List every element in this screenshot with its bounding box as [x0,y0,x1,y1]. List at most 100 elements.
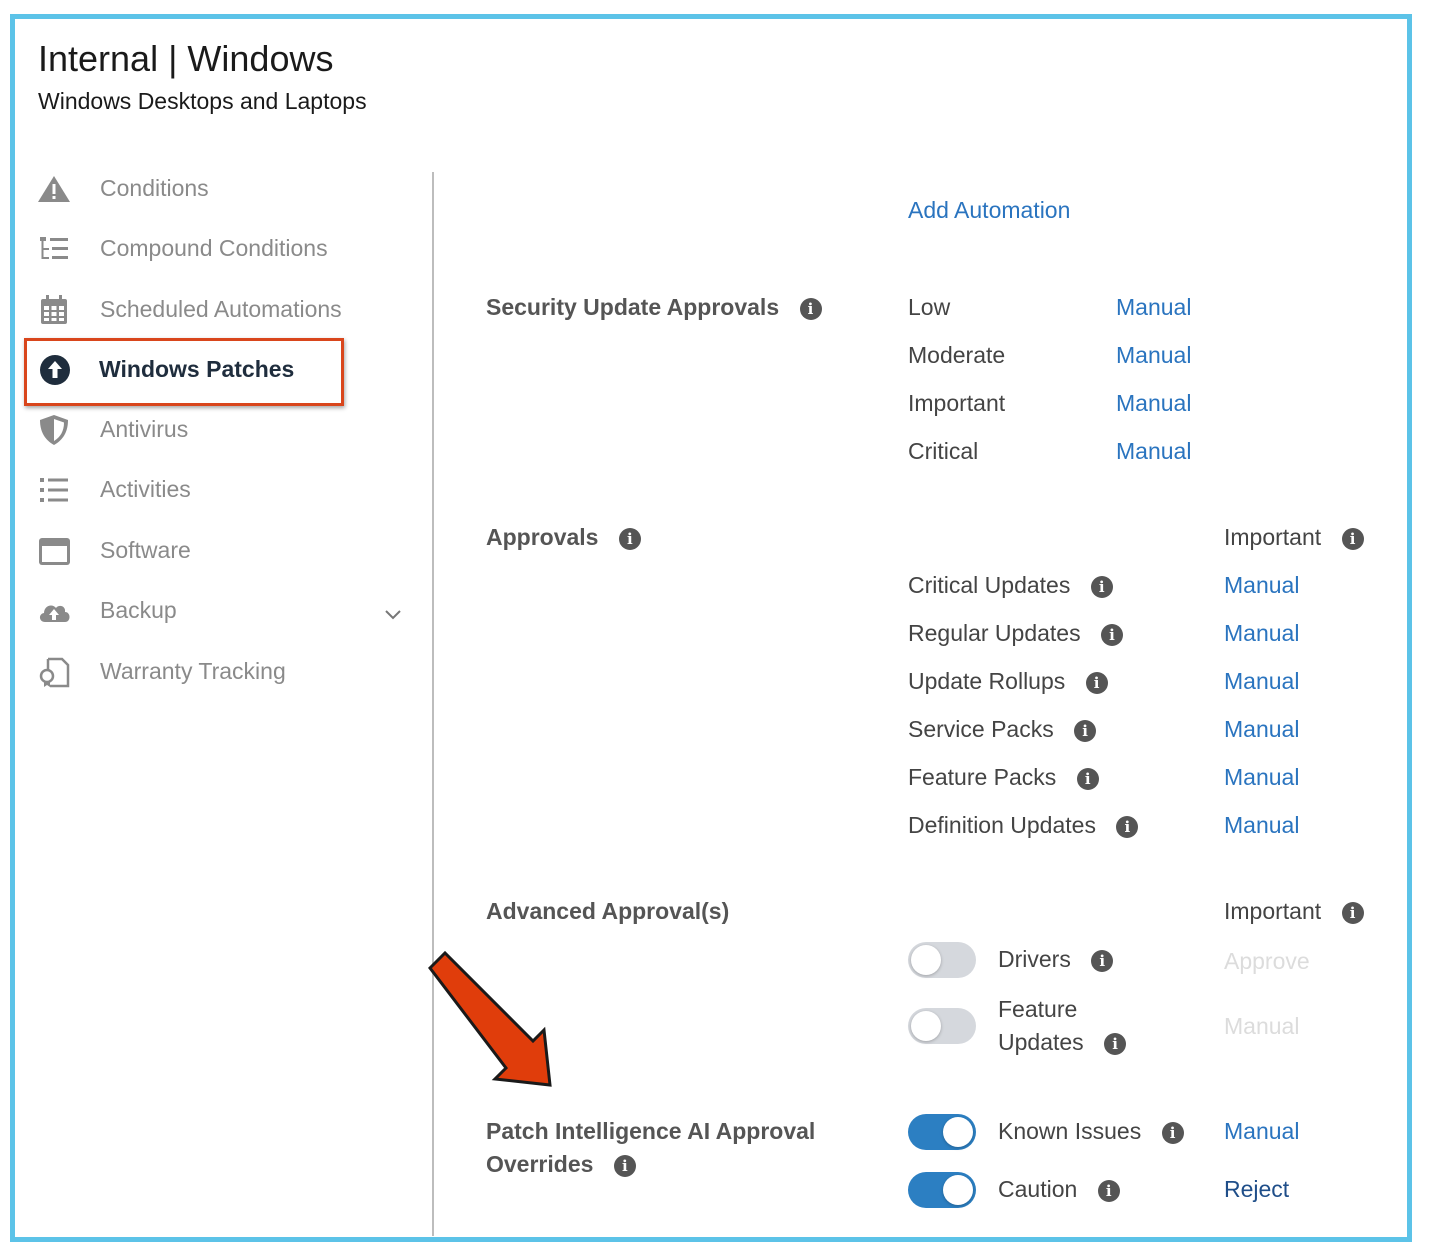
advanced-row-label: Drivers i [998,946,1114,973]
security-row-value[interactable]: Manual [1116,294,1191,321]
column-header-text: Important [1224,898,1322,924]
info-icon[interactable]: i [1341,527,1364,550]
security-row-label: Low [908,294,951,320]
approval-row-value[interactable]: Manual [1224,764,1299,791]
patch-ai-row-value[interactable]: Reject [1224,1176,1289,1203]
sidebar-item-label: Conditions [100,175,209,201]
patch-ai-row-label: Caution i [998,1176,1120,1203]
patch-ai-row-label: Known Issues i [998,1118,1184,1145]
warning-icon [38,176,70,202]
section-title-patch-ai-line2: Overrides i [486,1151,636,1178]
sidebar-item-activities[interactable]: Activities [34,466,414,514]
sidebar-item-label: Compound Conditions [100,235,328,261]
info-icon[interactable]: i [1101,623,1123,646]
sidebar-item-label: Activities [100,476,191,502]
page-title: Internal | Windows [38,38,334,79]
security-row-label: Critical [908,438,979,464]
security-row-label: Important [908,390,1006,416]
drivers-toggle[interactable] [908,942,976,978]
sidebar-item-antivirus[interactable]: Antivirus [34,406,414,454]
feature-updates-toggle[interactable] [908,1008,976,1044]
advanced-row-value: Approve [1224,948,1310,974]
info-icon[interactable]: i [1116,815,1139,838]
sidebar-item-label: Scheduled Automations [100,296,342,322]
sidebar-item-backup[interactable]: Backup [34,587,414,635]
security-row-value[interactable]: Manual [1116,390,1191,417]
advanced-label-text: Updates [998,1029,1084,1055]
sidebar-item-label: Backup [100,597,177,623]
info-icon[interactable]: i [1161,1121,1184,1144]
advanced-row-label-line2: Updates i [998,1029,1127,1056]
list-icon [40,478,68,502]
toggle-knob [943,1117,973,1147]
approval-label-text: Critical Updates [908,572,1071,598]
sidebar-item-scheduled-automations[interactable]: Scheduled Automations [34,286,414,334]
approval-row-label: Regular Updates i [908,620,1123,647]
cloud-upload-icon [39,605,70,622]
info-icon[interactable]: i [618,527,641,550]
security-row-value[interactable]: Manual [1116,342,1191,369]
column-header-text: Important [1224,524,1322,550]
info-icon[interactable]: i [1090,575,1113,598]
info-icon[interactable]: i [1341,901,1364,924]
approval-row-label: Feature Packs i [908,764,1099,791]
section-title-text: Approvals [486,524,599,550]
advanced-label-text: Drivers [998,946,1071,972]
section-title-security: Security Update Approvals i [486,294,822,321]
section-title-patch-ai-line1: Patch Intelligence AI Approval [486,1118,816,1144]
approval-label-text: Update Rollups [908,668,1066,694]
section-title-text: Security Update Approvals [486,294,780,320]
sidebar-item-warranty-tracking[interactable]: Warranty Tracking [34,648,414,696]
highlight-box [24,338,344,406]
sidebar-item-label: Software [100,537,191,563]
section-title-approvals: Approvals i [486,524,641,551]
shield-icon [40,415,68,445]
certificate-icon [39,657,70,688]
info-icon[interactable]: i [1076,767,1099,790]
patch-ai-row-value[interactable]: Manual [1224,1118,1299,1145]
column-header-important: Important i [1224,898,1364,925]
sidebar-item-label: Warranty Tracking [100,658,286,684]
known-issues-toggle[interactable] [908,1114,976,1150]
patch-ai-label-text: Caution [998,1176,1078,1202]
info-icon[interactable]: i [799,297,822,320]
info-icon[interactable]: i [1085,671,1108,694]
info-icon[interactable]: i [1074,719,1097,742]
sidebar-item-software[interactable]: Software [34,527,414,575]
advanced-row-label-line1: Feature [998,996,1078,1022]
chevron-down-icon[interactable] [384,605,402,623]
approval-label-text: Definition Updates [908,812,1096,838]
info-icon[interactable]: i [1091,949,1114,972]
column-header-important: Important i [1224,524,1364,551]
callout-arrow-icon [428,950,552,1087]
approval-row-value[interactable]: Manual [1224,716,1299,743]
info-icon[interactable]: i [1097,1179,1120,1202]
approval-row-value[interactable]: Manual [1224,668,1299,695]
approval-row-value[interactable]: Manual [1224,572,1299,599]
add-automation-link[interactable]: Add Automation [908,197,1070,224]
toggle-knob [943,1175,973,1205]
advanced-row-value: Manual [1224,1013,1300,1039]
approval-row-label: Critical Updates i [908,572,1113,599]
sidebar-item-compound-conditions[interactable]: Compound Conditions [34,225,414,273]
sidebar-item-label: Antivirus [100,416,189,442]
approval-row-value[interactable]: Manual [1224,812,1299,839]
calendar-icon [41,295,67,324]
security-row-value[interactable]: Manual [1116,438,1191,465]
approval-label-text: Feature Packs [908,764,1057,790]
toggle-knob [911,945,941,975]
approval-row-label: Update Rollups i [908,668,1108,695]
approval-row-label: Definition Updates i [908,812,1139,839]
patch-ai-label-text: Known Issues [998,1118,1142,1144]
approval-label-text: Regular Updates [908,620,1081,646]
info-icon[interactable]: i [1104,1032,1127,1055]
window-icon [39,538,70,565]
approval-label-text: Service Packs [908,716,1054,742]
sidebar-item-conditions[interactable]: Conditions [34,165,414,213]
approval-row-label: Service Packs i [908,716,1097,743]
info-icon[interactable]: i [613,1154,636,1177]
section-title-text: Overrides [486,1151,594,1177]
caution-toggle[interactable] [908,1172,976,1208]
security-row-label: Moderate [908,342,1006,368]
approval-row-value[interactable]: Manual [1224,620,1299,647]
